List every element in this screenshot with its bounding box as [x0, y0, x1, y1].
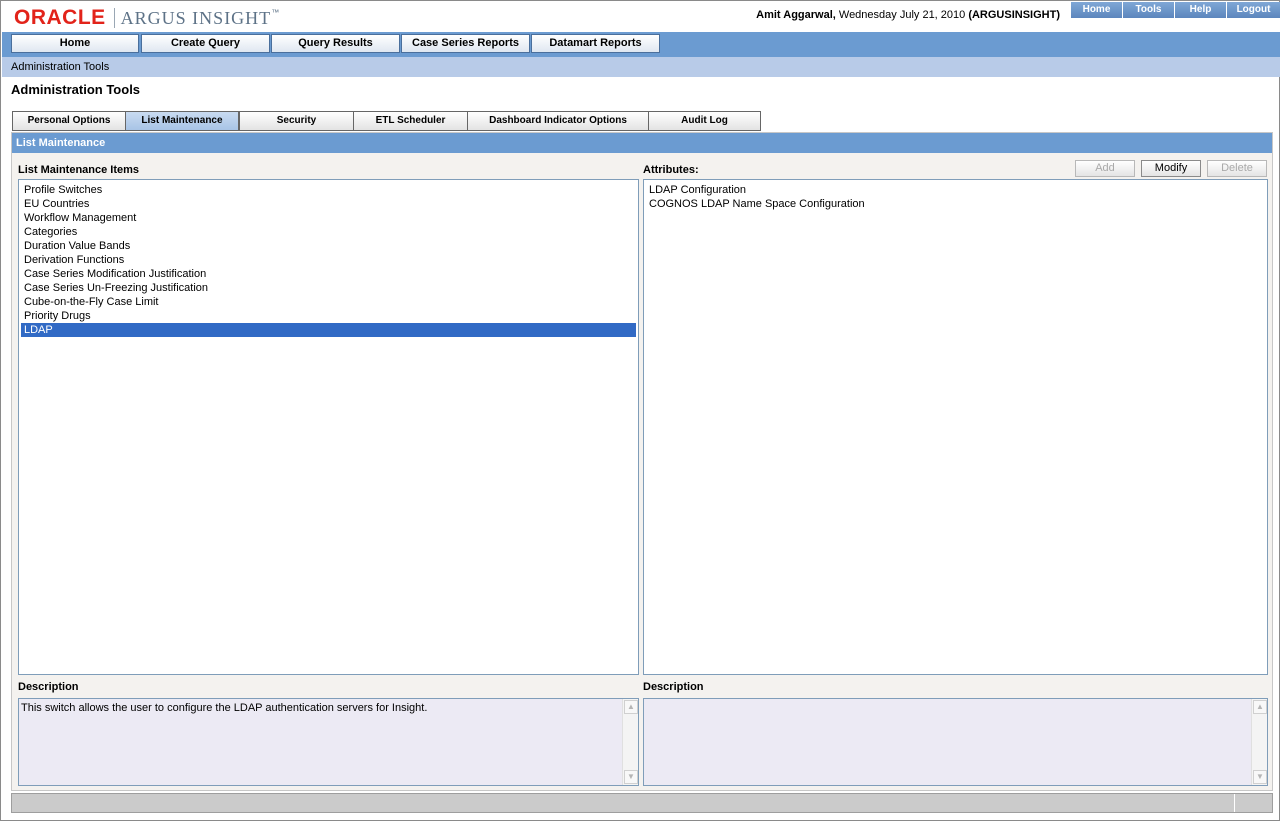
- oracle-logo-text: ORACLE: [14, 6, 106, 29]
- list-maintenance-panel: List Maintenance List Maintenance Items …: [11, 132, 1273, 791]
- scroll-up-icon[interactable]: ▲: [624, 700, 638, 714]
- nav-home[interactable]: Home: [11, 34, 139, 53]
- attribute-item[interactable]: LDAP Configuration: [646, 183, 1265, 197]
- header: ORACLE ARGUS INSIGHT ™ Amit Aggarwal, We…: [2, 2, 1280, 32]
- list-item[interactable]: Derivation Functions: [21, 253, 636, 267]
- scroll-up-icon[interactable]: ▲: [1253, 700, 1267, 714]
- tab-list-maintenance[interactable]: List Maintenance: [125, 111, 239, 131]
- item-description-text: This switch allows the user to configure…: [21, 702, 428, 714]
- list-item[interactable]: EU Countries: [21, 197, 636, 211]
- list-item[interactable]: Case Series Un-Freezing Justification: [21, 281, 636, 295]
- scroll-down-icon[interactable]: ▼: [1253, 770, 1267, 784]
- list-item[interactable]: Priority Drugs: [21, 309, 636, 323]
- list-item[interactable]: Profile Switches: [21, 183, 636, 197]
- database-name: (ARGUSINSIGHT): [968, 9, 1060, 21]
- list-maintenance-items-list[interactable]: Profile Switches EU Countries Workflow M…: [18, 179, 639, 675]
- tab-etl-scheduler[interactable]: ETL Scheduler: [353, 111, 468, 131]
- nav-create-query[interactable]: Create Query: [141, 34, 270, 53]
- description-scrollbar[interactable]: ▲ ▼: [1251, 699, 1267, 785]
- right-description-label: Description: [643, 681, 704, 693]
- nav-query-results[interactable]: Query Results: [271, 34, 400, 53]
- top-link-help[interactable]: Help: [1174, 2, 1226, 18]
- nav-case-series-reports[interactable]: Case Series Reports: [401, 34, 530, 53]
- tab-personal-options[interactable]: Personal Options: [12, 111, 126, 131]
- main-navigation: Home Create Query Query Results Case Ser…: [2, 32, 1280, 57]
- top-link-home[interactable]: Home: [1070, 2, 1122, 18]
- attribute-item[interactable]: COGNOS LDAP Name Space Configuration: [646, 197, 1265, 211]
- delete-button[interactable]: Delete: [1207, 160, 1267, 177]
- argus-insight-logo-text: ARGUS INSIGHT: [120, 7, 272, 28]
- status-bar-cell: [1234, 794, 1272, 812]
- app-window: ORACLE ARGUS INSIGHT ™ Amit Aggarwal, We…: [0, 0, 1280, 821]
- description-scrollbar[interactable]: ▲ ▼: [622, 699, 638, 785]
- list-item-selected[interactable]: LDAP: [21, 323, 636, 337]
- user-name: Amit Aggarwal,: [756, 9, 836, 21]
- top-links: Home Tools Help Logout: [1070, 2, 1280, 18]
- top-link-tools[interactable]: Tools: [1122, 2, 1174, 18]
- list-item[interactable]: Duration Value Bands: [21, 239, 636, 253]
- status-bar: [11, 793, 1273, 813]
- list-item[interactable]: Categories: [21, 225, 636, 239]
- top-link-logout[interactable]: Logout: [1226, 2, 1280, 18]
- attributes-label: Attributes:: [643, 164, 699, 176]
- tab-audit-log[interactable]: Audit Log: [648, 111, 761, 131]
- left-description-label: Description: [18, 681, 79, 693]
- add-button[interactable]: Add: [1075, 160, 1135, 177]
- list-item[interactable]: Case Series Modification Justification: [21, 267, 636, 281]
- modify-button[interactable]: Modify: [1141, 160, 1201, 177]
- nav-datamart-reports[interactable]: Datamart Reports: [531, 34, 660, 53]
- page-title: Administration Tools: [11, 82, 141, 97]
- attribute-description-field[interactable]: ▲ ▼: [643, 698, 1268, 786]
- panel-title: List Maintenance: [12, 133, 1272, 153]
- list-item[interactable]: Cube-on-the-Fly Case Limit: [21, 295, 636, 309]
- tab-dashboard-indicator-options[interactable]: Dashboard Indicator Options: [467, 111, 649, 131]
- breadcrumb: Administration Tools: [2, 57, 1280, 77]
- attributes-list[interactable]: LDAP Configuration COGNOS LDAP Name Spac…: [643, 179, 1268, 675]
- current-date: Wednesday July 21, 2010: [835, 9, 969, 21]
- tab-security[interactable]: Security: [239, 111, 354, 131]
- scroll-down-icon[interactable]: ▼: [624, 770, 638, 784]
- oracle-argus-logo: ORACLE ARGUS INSIGHT ™: [14, 6, 280, 29]
- logo-divider: [113, 8, 115, 28]
- user-info: Amit Aggarwal, Wednesday July 21, 2010 (…: [756, 9, 1060, 21]
- list-item[interactable]: Workflow Management: [21, 211, 636, 225]
- list-items-label: List Maintenance Items: [18, 164, 140, 176]
- item-description-field[interactable]: This switch allows the user to configure…: [18, 698, 639, 786]
- trademark-mark: ™: [271, 7, 280, 17]
